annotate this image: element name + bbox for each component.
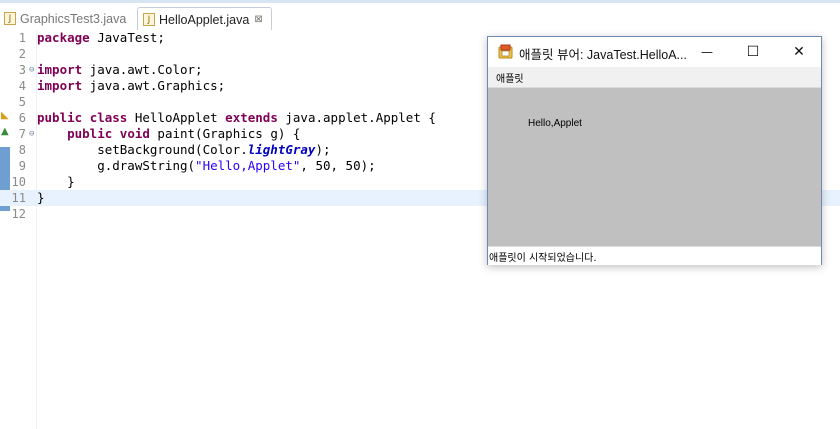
line-number: 3 [18,63,26,77]
line-number: 12 [11,207,26,221]
status-text: 애플릿이 시작되었습니다. [489,253,597,264]
window-title: 애플릿 뷰어: JavaTest.HelloA... [519,48,687,62]
tab-label: GraphicsTest3.java [20,11,127,26]
code-token: import [37,78,83,93]
code-token: public [37,110,83,125]
tab-helloapplet[interactable]: J HelloApplet.java ⊠ [137,7,272,31]
code-text: setBackground(Color.lightGray); [37,142,331,158]
tab-graphicstest3[interactable]: J GraphicsTest3.java [4,7,126,30]
code-token: import [37,62,83,77]
code-token: void [119,126,150,141]
menu-applet[interactable]: 애플릿 [496,70,524,85]
code-token: package [37,30,90,45]
line-number: 11 [11,191,26,205]
line-number: 6 [18,111,26,125]
java-file-icon: J [143,13,155,26]
code-text: package JavaTest; [37,30,165,46]
fold-icon[interactable]: ⊖ [29,62,34,78]
applet-viewer-window: 애플릿 뷰어: JavaTest.HelloA... — ☐ ✕ 애플릿 Hel… [487,36,822,265]
close-tab-icon[interactable]: ⊠ [254,14,262,25]
java-file-icon: J [4,12,16,25]
applet-menubar: 애플릿 [488,67,821,88]
maximize-icon: ☐ [746,44,760,60]
code-text: public class HelloApplet extends java.ap… [37,110,436,126]
code-token: paint(Graphics g) { [149,126,301,141]
code-token: } [37,190,45,205]
applet-output-text: Hello,Applet [528,118,582,129]
line-number: 1 [18,31,26,45]
code-token: HelloApplet [127,110,226,125]
code-text: import java.awt.Graphics; [37,78,225,94]
minimize-button[interactable]: — [684,37,730,67]
code-token: java.awt.Color; [82,62,203,77]
code-text: g.drawString("Hello,Applet", 50, 50); [37,158,376,174]
line-number: 9 [18,159,26,173]
line-number: 8 [18,143,26,157]
code-token: g.drawString( [37,158,196,173]
window-titlebar[interactable]: 애플릿 뷰어: JavaTest.HelloA... — ☐ ✕ [488,37,821,67]
line-number: 10 [11,175,26,189]
fold-icon[interactable]: ⊖ [29,126,34,142]
code-token: } [37,174,75,189]
tab-label: HelloApplet.java [159,12,250,27]
code-token: class [89,110,128,125]
code-token: java.applet.Applet { [277,110,436,125]
code-token: extends [225,110,278,125]
close-icon: ✕ [793,44,805,60]
line-number: 7 [18,127,26,141]
code-token: JavaTest; [89,30,165,45]
editor-tab-bar: J GraphicsTest3.java J HelloApplet.java … [0,3,840,31]
code-text: public void paint(Graphics g) { [37,126,300,142]
minimize-icon: — [701,45,713,59]
maximize-button[interactable]: ☐ [730,37,776,67]
code-token: java.awt.Graphics; [82,78,226,93]
code-token: , 50, 50); [300,158,376,173]
applet-canvas: Hello,Applet [488,88,821,246]
line-number: 5 [18,95,26,109]
code-text: } [37,190,45,206]
code-text: import java.awt.Color; [37,62,203,78]
line-number: 2 [18,47,26,61]
java-applet-icon [498,44,513,59]
code-token: setBackground(Color. [37,142,248,157]
code-token: ); [315,142,331,157]
code-text: } [37,174,75,190]
code-token: public [67,126,113,141]
code-token: "Hello,Applet" [195,158,301,173]
line-number: 4 [18,79,26,93]
applet-statusbar: 애플릿이 시작되었습니다. [488,246,821,265]
code-token: lightGray [247,142,316,157]
close-button[interactable]: ✕ [776,37,822,67]
